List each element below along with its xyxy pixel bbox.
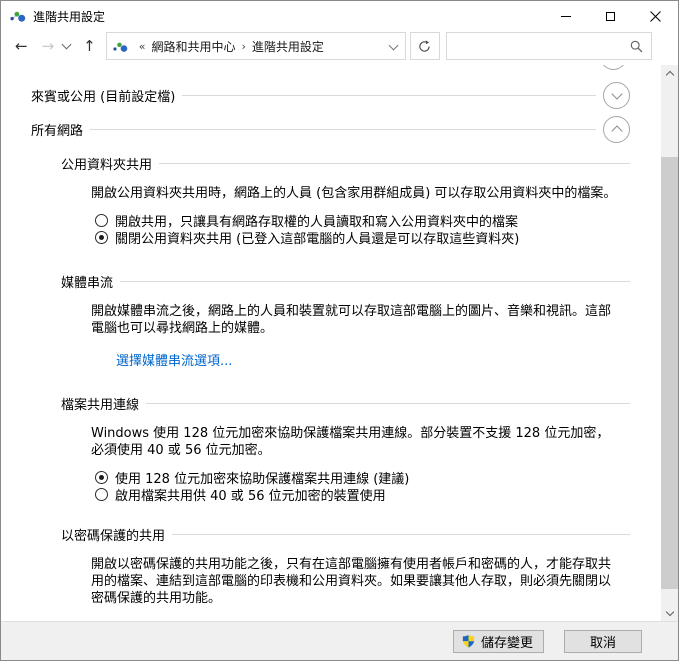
subsection-divider — [146, 403, 630, 404]
close-button[interactable] — [633, 1, 678, 31]
recent-pages-dropdown-icon[interactable] — [62, 40, 72, 50]
subsection-divider — [120, 281, 630, 282]
subsection-title: 媒體串流 — [61, 272, 113, 291]
back-button[interactable]: ← — [8, 32, 35, 60]
all-networks-body: 公用資料夾共用 開啟公用資料夾共用時，網路上的人員 (包含家用群組成員) 可以存… — [31, 153, 630, 621]
file-sharing-options: 使用 128 位元加密來協助保護檔案共用連線 (建議) 啟用檔案共用供 40 或… — [95, 469, 630, 503]
chevron-up-icon — [611, 125, 622, 136]
scrollbar-thumb[interactable] — [661, 157, 678, 589]
section-all-networks: 所有網路 — [31, 115, 630, 143]
radio-turn-on-password-protected-sharing[interactable]: 開啟以密碼保護的共用 — [95, 619, 630, 621]
expand-section-button[interactable] — [603, 82, 630, 109]
subsection-description: 開啟媒體串流之後，網路上的人員和裝置就可以存取這部電腦上的圖片、音樂和視訊。這部… — [91, 303, 619, 337]
uac-shield-icon — [461, 633, 476, 649]
minimize-icon — [561, 16, 571, 17]
password-protected-options: 開啟以密碼保護的共用 關閉以密碼保護的共用 — [95, 619, 630, 621]
subsection-title: 檔案共用連線 — [61, 394, 139, 413]
subsection-public-folder-sharing: 公用資料夾共用 — [61, 153, 630, 173]
chevron-down-icon — [665, 607, 673, 615]
maximize-icon — [606, 12, 615, 21]
up-button[interactable]: ↑ — [76, 32, 103, 60]
search-icon[interactable] — [630, 40, 643, 53]
search-input[interactable] — [455, 39, 630, 53]
breadcrumb[interactable]: « 網路和共用中心 › 進階共用設定 — [106, 32, 406, 60]
forward-button[interactable]: → — [35, 32, 62, 60]
radio-enable-40-56-bit-encryption[interactable]: 啟用檔案共用供 40 或 56 位元加密的裝置使用 — [95, 486, 630, 503]
clipped-section-chevron — [600, 65, 627, 70]
subsection-file-sharing-connections: 檔案共用連線 — [61, 393, 630, 413]
scroll-up-button[interactable] — [661, 65, 678, 82]
advanced-sharing-settings-window: 進階共用設定 ← → ↑ « 網路和共用中心 › 進階共用設定 — [0, 0, 679, 661]
radio-icon[interactable] — [95, 471, 108, 484]
radio-icon[interactable] — [95, 214, 108, 227]
refresh-button[interactable] — [410, 32, 440, 60]
window-title: 進階共用設定 — [33, 8, 105, 25]
subsection-title: 以密碼保護的共用 — [61, 525, 165, 544]
breadcrumb-item-network-center[interactable]: 網路和共用中心 — [151, 38, 235, 55]
refresh-icon — [418, 40, 431, 53]
public-folder-options: 開啟共用，只讓具有網路存取權的人員讀取和寫入公用資料夾中的檔案 關閉公用資料夾共… — [95, 212, 630, 246]
radio-label[interactable]: 關閉公用資料夾共用 (已登入這部電腦的人員還是可以存取這些資料夾) — [115, 228, 519, 247]
section-title: 來賓或公用 (目前設定檔) — [31, 86, 175, 105]
settings-content: 來賓或公用 (目前設定檔) 所有網路 公用資料夾共用 開啟 — [1, 65, 678, 621]
scroll-down-button[interactable] — [661, 604, 678, 621]
address-dropdown-icon[interactable] — [388, 40, 398, 50]
subsection-description: Windows 使用 128 位元加密來協助保護檔案共用連線。部分裝置不支援 1… — [91, 425, 619, 459]
navigation-toolbar: ← → ↑ « 網路和共用中心 › 進階共用設定 — [1, 31, 678, 65]
search-box — [446, 32, 652, 60]
save-changes-label: 儲存變更 — [481, 632, 533, 651]
titlebar: 進階共用設定 — [1, 1, 678, 31]
breadcrumb-overflow[interactable]: « — [139, 40, 146, 53]
radio-label[interactable]: 開啟以密碼保護的共用 — [115, 618, 245, 621]
radio-icon[interactable] — [95, 231, 108, 244]
sharing-app-icon — [10, 8, 26, 24]
cancel-button[interactable]: 取消 — [564, 630, 642, 653]
section-divider — [90, 129, 596, 130]
maximize-button[interactable] — [588, 1, 633, 31]
chevron-down-icon — [611, 88, 622, 99]
breadcrumb-item-advanced-sharing[interactable]: 進階共用設定 — [252, 38, 324, 55]
radio-icon[interactable] — [95, 488, 108, 501]
subsection-password-protected-sharing: 以密碼保護的共用 — [61, 524, 630, 544]
footer-bar: 儲存變更 取消 — [1, 621, 678, 660]
subsection-divider — [172, 534, 630, 535]
section-divider — [182, 95, 596, 96]
breadcrumb-separator-icon[interactable]: › — [241, 40, 245, 53]
radio-turn-on-public-folder-sharing[interactable]: 開啟共用，只讓具有網路存取權的人員讀取和寫入公用資料夾中的檔案 — [95, 212, 630, 229]
close-icon — [650, 11, 661, 22]
section-title: 所有網路 — [31, 120, 83, 139]
section-guest-or-public: 來賓或公用 (目前設定檔) — [31, 81, 630, 109]
radio-label[interactable]: 啟用檔案共用供 40 或 56 位元加密的裝置使用 — [115, 485, 386, 504]
sharing-breadcrumb-icon — [113, 39, 128, 54]
radio-use-128-bit-encryption[interactable]: 使用 128 位元加密來協助保護檔案共用連線 (建議) — [95, 469, 630, 486]
choose-media-streaming-options-link[interactable]: 選擇媒體串流選項... — [116, 354, 232, 369]
vertical-scrollbar[interactable] — [661, 65, 678, 621]
subsection-title: 公用資料夾共用 — [61, 154, 152, 173]
radio-turn-off-public-folder-sharing[interactable]: 關閉公用資料夾共用 (已登入這部電腦的人員還是可以存取這些資料夾) — [95, 229, 630, 246]
save-changes-button[interactable]: 儲存變更 — [453, 630, 544, 653]
collapse-section-button[interactable] — [603, 116, 630, 143]
subsection-description: 開啟以密碼保護的共用功能之後，只有在這部電腦擁有使用者帳戶和密碼的人，才能存取共… — [91, 556, 619, 607]
subsection-divider — [159, 163, 630, 164]
minimize-button[interactable] — [543, 1, 588, 31]
subsection-media-streaming: 媒體串流 — [61, 271, 630, 291]
settings-scrollpane: 來賓或公用 (目前設定檔) 所有網路 公用資料夾共用 開啟 — [1, 81, 661, 621]
subsection-description: 開啟公用資料夾共用時，網路上的人員 (包含家用群組成員) 可以存取公用資料夾中的… — [91, 185, 619, 202]
chevron-up-icon — [665, 71, 673, 79]
